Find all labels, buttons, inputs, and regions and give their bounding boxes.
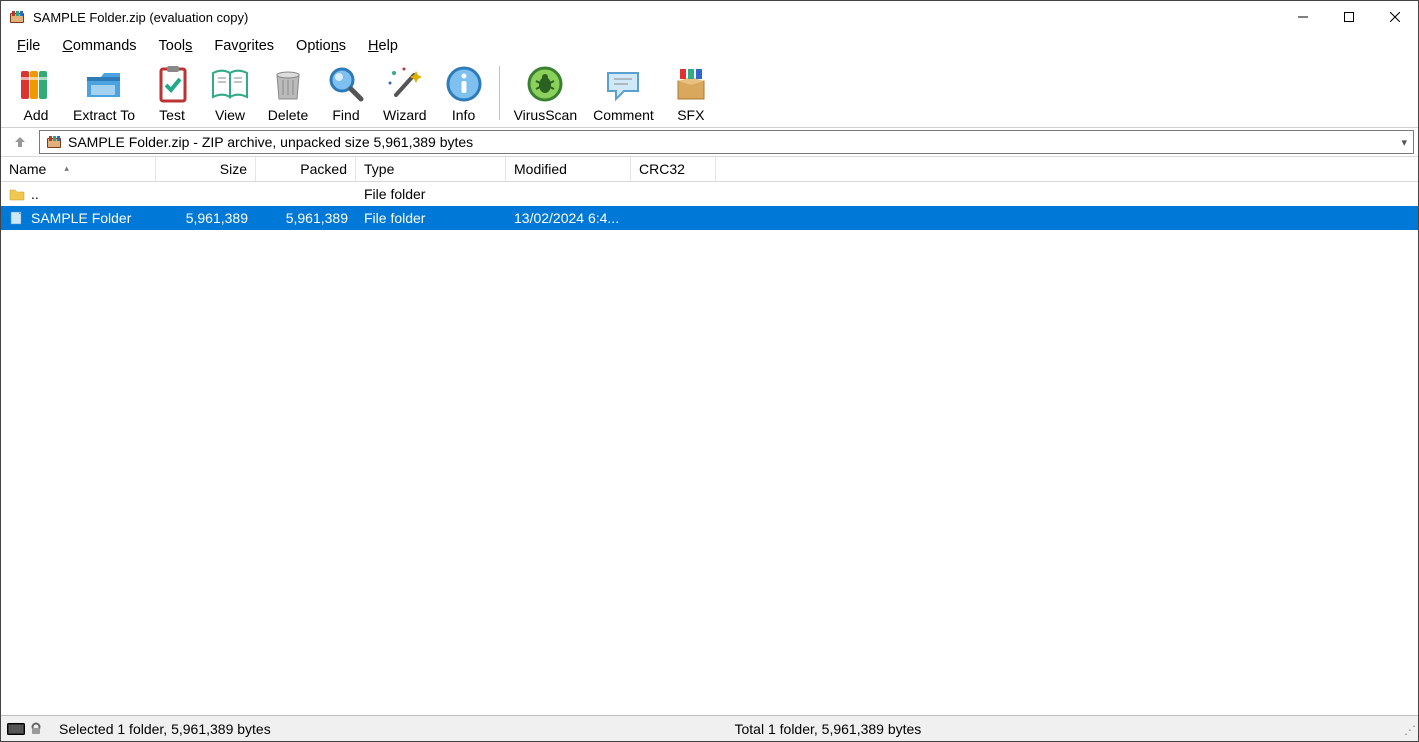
toolbar-label: SFX: [677, 107, 704, 123]
toolbar-label: Find: [332, 107, 359, 123]
toolbar-info[interactable]: Info: [435, 61, 493, 125]
bug-scan-icon: [524, 63, 566, 105]
toolbar-view[interactable]: View: [201, 61, 259, 125]
toolbar-separator: [499, 66, 500, 120]
folder-doc-icon: [9, 210, 25, 226]
list-row[interactable]: SAMPLE Folder 5,961,389 5,961,389 File f…: [1, 206, 1418, 230]
book-open-icon: [209, 63, 251, 105]
wand-icon: [384, 63, 426, 105]
toolbar-label: Test: [159, 107, 185, 123]
package-icon: [670, 63, 712, 105]
file-list[interactable]: .. File folder SAMPLE Folder 5,961,389 5…: [1, 182, 1418, 715]
menu-bar: File Commands Tools Favorites Options He…: [1, 33, 1418, 59]
menu-options[interactable]: Options: [288, 36, 354, 56]
toolbar-add[interactable]: Add: [7, 61, 65, 125]
toolbar-label: View: [215, 107, 245, 123]
list-row-parent[interactable]: .. File folder: [1, 182, 1418, 206]
info-icon: [443, 63, 485, 105]
path-text: SAMPLE Folder.zip - ZIP archive, unpacke…: [68, 134, 473, 150]
path-combobox[interactable]: SAMPLE Folder.zip - ZIP archive, unpacke…: [39, 130, 1414, 154]
sort-indicator-icon: ▴: [64, 163, 69, 174]
window-controls: [1280, 1, 1418, 33]
toolbar-label: Extract To: [73, 107, 135, 123]
status-right: Total 1 folder, 5,961,389 bytes: [725, 721, 1401, 737]
column-name[interactable]: Name▴: [1, 157, 156, 181]
chevron-down-icon: ▾: [1401, 136, 1407, 149]
toolbar: Add Extract To Test View Delete Find Wiz…: [1, 59, 1418, 128]
magnifier-icon: [325, 63, 367, 105]
menu-favorites[interactable]: Favorites: [206, 36, 282, 56]
toolbar-extract-to[interactable]: Extract To: [65, 61, 143, 125]
file-size: 5,961,389: [186, 210, 248, 226]
window-title: SAMPLE Folder.zip (evaluation copy): [33, 10, 1280, 25]
menu-help[interactable]: Help: [360, 36, 406, 56]
menu-file[interactable]: File: [9, 36, 48, 56]
minimize-button[interactable]: [1280, 1, 1326, 33]
folder-open-icon: [83, 63, 125, 105]
toolbar-wizard[interactable]: Wizard: [375, 61, 435, 125]
toolbar-label: VirusScan: [514, 107, 578, 123]
title-bar: SAMPLE Folder.zip (evaluation copy): [1, 1, 1418, 33]
arrow-up-icon: [12, 134, 28, 150]
close-button[interactable]: [1372, 1, 1418, 33]
resize-grip-icon[interactable]: ⋰: [1400, 721, 1416, 737]
column-size[interactable]: Size: [156, 157, 256, 181]
toolbar-test[interactable]: Test: [143, 61, 201, 125]
folder-icon: [9, 186, 25, 202]
status-bar: Selected 1 folder, 5,961,389 bytes Total…: [1, 715, 1418, 741]
file-modified: 13/02/2024 6:4...: [514, 210, 619, 226]
clipboard-check-icon: [151, 63, 193, 105]
app-icon: [9, 9, 25, 25]
toolbar-label: Comment: [593, 107, 654, 123]
file-type: File folder: [364, 210, 425, 226]
column-crc32[interactable]: CRC32: [631, 157, 716, 181]
up-button[interactable]: [5, 130, 35, 154]
toolbar-delete[interactable]: Delete: [259, 61, 317, 125]
file-name: ..: [31, 186, 39, 202]
column-packed[interactable]: Packed: [256, 157, 356, 181]
archive-icon: [46, 134, 62, 150]
file-packed: 5,961,389: [286, 210, 348, 226]
speech-bubble-icon: [602, 63, 644, 105]
books-icon: [15, 63, 57, 105]
status-icons: [1, 722, 49, 736]
keyboard-icon: [7, 723, 25, 735]
trash-icon: [267, 63, 309, 105]
path-bar: SAMPLE Folder.zip - ZIP archive, unpacke…: [1, 128, 1418, 156]
column-type[interactable]: Type: [356, 157, 506, 181]
file-name: SAMPLE Folder: [31, 210, 131, 226]
maximize-button[interactable]: [1326, 1, 1372, 33]
toolbar-label: Info: [452, 107, 475, 123]
column-modified[interactable]: Modified: [506, 157, 631, 181]
menu-commands[interactable]: Commands: [54, 36, 144, 56]
toolbar-find[interactable]: Find: [317, 61, 375, 125]
toolbar-label: Add: [24, 107, 49, 123]
toolbar-comment[interactable]: Comment: [585, 61, 662, 125]
toolbar-virusscan[interactable]: VirusScan: [506, 61, 586, 125]
lock-icon: [29, 722, 43, 736]
column-headers: Name▴ Size Packed Type Modified CRC32: [1, 156, 1418, 182]
toolbar-label: Wizard: [383, 107, 427, 123]
toolbar-sfx[interactable]: SFX: [662, 61, 720, 125]
file-type: File folder: [364, 186, 425, 202]
toolbar-label: Delete: [268, 107, 308, 123]
status-left: Selected 1 folder, 5,961,389 bytes: [49, 721, 725, 737]
menu-tools[interactable]: Tools: [151, 36, 201, 56]
